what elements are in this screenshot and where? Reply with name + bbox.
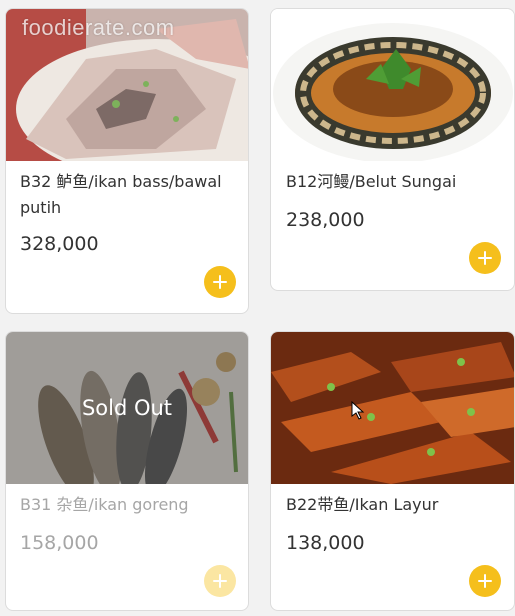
food-photo: [271, 332, 514, 484]
item-title: B12河鳗/Belut Sungai: [286, 172, 457, 191]
item-title: B32 鲈鱼/ikan bass/bawal putih: [20, 172, 222, 217]
item-price: 158,000: [20, 532, 99, 554]
food-photo: [271, 9, 514, 161]
sold-out-overlay: Sold Out: [6, 332, 248, 484]
item-title: B31 杂鱼/ikan goreng: [20, 495, 189, 514]
add-to-cart-button: [204, 565, 236, 597]
add-to-cart-button[interactable]: [204, 266, 236, 298]
item-price: 328,000: [20, 233, 99, 255]
item-price: 138,000: [286, 532, 365, 554]
sold-out-label: Sold Out: [81, 396, 173, 420]
menu-item-card[interactable]: foodierate.com B32 鲈鱼/ikan bass/bawal pu…: [5, 8, 249, 314]
item-price: 238,000: [286, 209, 365, 231]
menu-item-card[interactable]: B22带鱼/Ikan Layur 138,000: [270, 331, 515, 611]
food-photo: Sold Out: [6, 332, 248, 484]
add-to-cart-button[interactable]: [469, 242, 501, 274]
menu-item-card[interactable]: Sold Out B31 杂鱼/ikan goreng 158,000: [5, 331, 249, 611]
item-title: B22带鱼/Ikan Layur: [286, 495, 439, 514]
add-to-cart-button[interactable]: [469, 565, 501, 597]
food-photo: foodierate.com: [6, 9, 248, 161]
watermark: foodierate.com: [22, 15, 175, 40]
menu-item-card[interactable]: B12河鳗/Belut Sungai 238,000: [270, 8, 515, 291]
